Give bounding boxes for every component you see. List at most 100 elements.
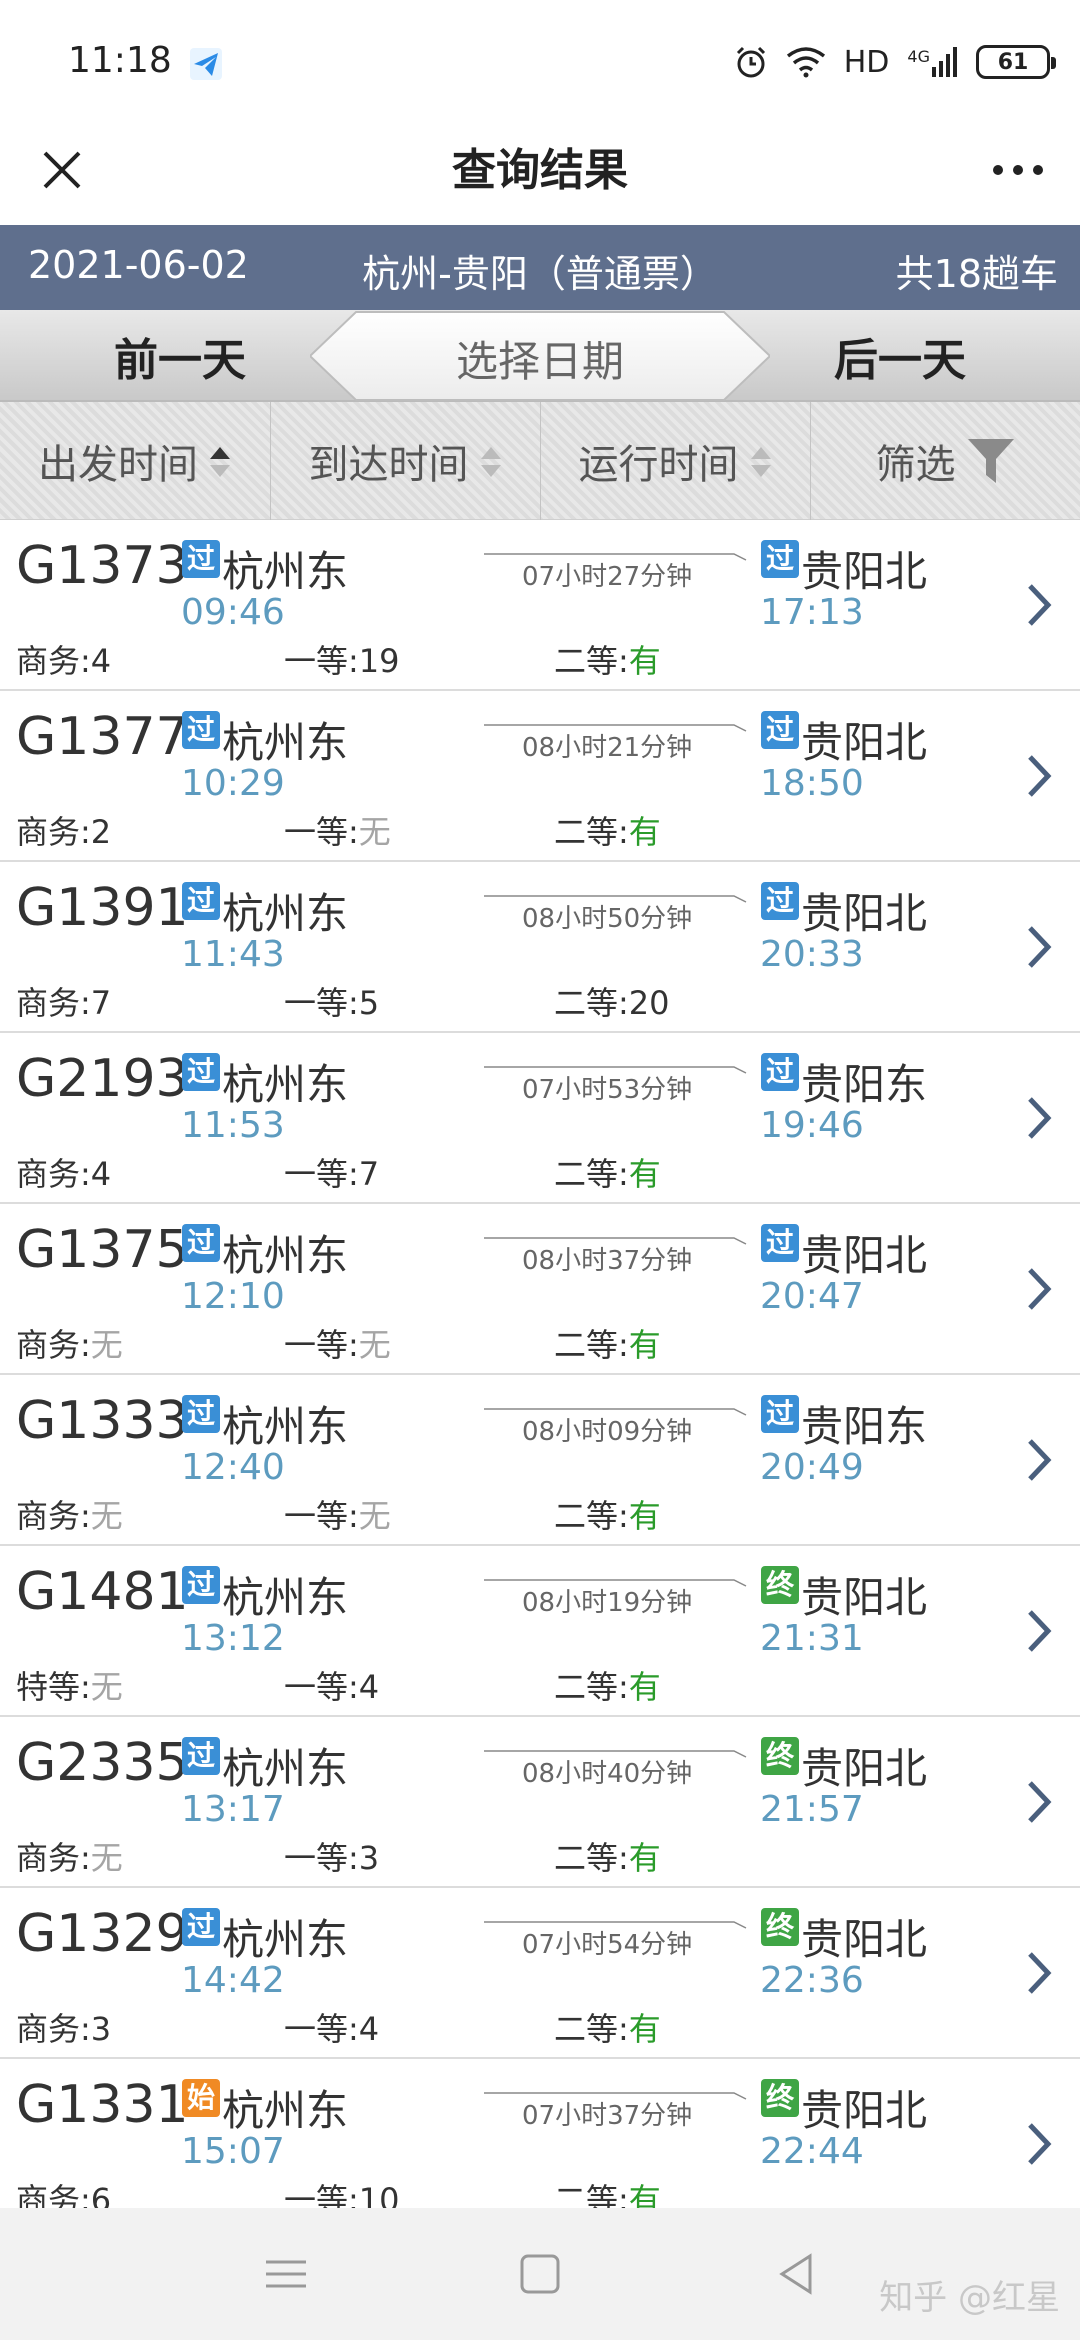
departure-type-badge: 过: [182, 1224, 220, 1262]
arrival-station: 贵阳东: [801, 1060, 928, 1109]
travel-duration: 08小时21分钟: [522, 733, 693, 763]
seat-availability: 4: [90, 642, 112, 680]
chevron-right-icon: [1028, 926, 1052, 968]
chevron-right-icon: [1028, 1781, 1052, 1823]
train-list: G1373 过杭州东 09:46 07小时27分钟过贵阳北 17:13 商务:4 一等:19…: [0, 520, 1080, 2230]
chevron-right-icon: [1028, 1268, 1052, 1310]
sort-icon: [480, 447, 501, 477]
chevron-right-icon: [1028, 1439, 1052, 1481]
arrival-type-badge: 过: [761, 1053, 799, 1091]
seat-availability: 无: [358, 1326, 391, 1364]
seat-first-class: 一等:无: [284, 1491, 391, 1537]
departure-time: 10:29: [181, 763, 285, 804]
train-row[interactable]: G2193 过杭州东 11:53 07小时53分钟过贵阳东 19:46 商务:4 一等:7 二…: [0, 1033, 1080, 1204]
departure-type-badge: 始: [182, 2079, 220, 2117]
arrival-station: 贵阳北: [801, 1915, 928, 1964]
seat-availability: 19: [358, 642, 400, 680]
seat-availability: 有: [628, 1668, 661, 1706]
seat-class-label: 一等:: [284, 1668, 359, 1706]
status-bar: 11:18 HD 4G 61: [0, 0, 1080, 135]
departure-station: 杭州东: [222, 1402, 349, 1451]
seat-first-class: 一等:4: [284, 2004, 379, 2050]
arrival-station: 贵阳北: [801, 1231, 928, 1280]
departure-time: 09:46: [181, 592, 285, 633]
seat-class-label: 商务:: [16, 1326, 91, 1364]
seat-first-class: 一等:无: [284, 1320, 391, 1366]
train-row[interactable]: G1333 过杭州东 12:40 08小时09分钟过贵阳东 20:49 商务:无 一等:无二…: [0, 1375, 1080, 1546]
menu-icon[interactable]: [256, 2244, 316, 2304]
train-number: G1481: [16, 1562, 189, 1622]
home-icon[interactable]: [510, 2244, 570, 2304]
train-number: G1375: [16, 1220, 189, 1280]
seat-class-label: 一等:: [284, 642, 359, 680]
sort-bar: 出发时间 到达时间 运行时间 筛选: [0, 402, 1080, 520]
seat-availability: 有: [628, 2010, 661, 2048]
chevron-right-icon: [1028, 2123, 1052, 2165]
train-row[interactable]: G1481 过杭州东 13:12 08小时19分钟 终贵阳北 21:31 特等:无 一等:4 二…: [0, 1546, 1080, 1717]
arrival-time: 20:47: [760, 1276, 864, 1317]
seat-second-class: 二等:有: [554, 807, 661, 853]
sort-icon: [750, 447, 771, 477]
seat-first-class: 一等:3: [284, 1833, 379, 1879]
seat-first-class: 一等:无: [284, 807, 391, 853]
more-icon[interactable]: [986, 138, 1050, 202]
arrival-station: 贵阳北: [801, 2086, 928, 2135]
travel-duration: 08小时19分钟: [522, 1588, 693, 1618]
seat-business: 商务:7: [16, 978, 111, 1024]
seat-first-class: 一等:5: [284, 978, 379, 1024]
filter-button[interactable]: 筛选: [810, 402, 1080, 520]
next-day-button[interactable]: 后一天: [720, 310, 1080, 402]
arrival-time: 21:57: [760, 1789, 864, 1830]
watermark: 知乎 @红星: [879, 2278, 1060, 2318]
arrival-time: 21:31: [760, 1618, 864, 1659]
arrival-type-badge: 过: [761, 711, 799, 749]
seat-business: 商务:3: [16, 2004, 111, 2050]
seat-availability: 无: [358, 1497, 391, 1535]
seat-availability: 无: [90, 1326, 123, 1364]
battery-level: 61: [997, 49, 1029, 75]
train-number: G1329: [16, 1904, 189, 1964]
seat-availability: 20: [628, 984, 670, 1022]
train-number: G1377: [16, 707, 189, 767]
sort-arrive-time[interactable]: 到达时间: [270, 402, 540, 520]
train-row[interactable]: G2335 过杭州东 13:17 08小时40分钟 终贵阳北 21:57 商务:无 一等:3 二…: [0, 1717, 1080, 1888]
travel-duration: 08小时09分钟: [522, 1417, 693, 1447]
travel-duration: 08小时50分钟: [522, 904, 693, 934]
arrival-time: 17:13: [760, 592, 864, 633]
prev-day-button[interactable]: 前一天: [0, 310, 360, 402]
seat-class-label: 一等:: [284, 1326, 359, 1364]
train-row[interactable]: G1391 过杭州东 11:43 08小时50分钟过贵阳北 20:33 商务:7 一等:5 二…: [0, 862, 1080, 1033]
train-row[interactable]: G1377 过杭州东 10:29 08小时21分钟过贵阳北 18:50 商务:2 一等:无二…: [0, 691, 1080, 862]
seat-business: 商务:无: [16, 1491, 123, 1537]
train-number: G1391: [16, 878, 189, 938]
departure-station: 杭州东: [222, 1915, 349, 1964]
arrival-time: 20:49: [760, 1447, 864, 1488]
arrival-type-badge: 终: [761, 1908, 799, 1946]
train-number: G1373: [16, 536, 189, 596]
train-row[interactable]: G1329 过杭州东 14:42 07小时54分钟 终贵阳北 22:36 商务:3 一等:4 二…: [0, 1888, 1080, 2059]
pick-date-button[interactable]: 选择日期: [310, 310, 770, 402]
train-count: 共18趟车: [895, 252, 1058, 296]
train-row[interactable]: G1375 过杭州东 12:10 08小时37分钟过贵阳北 20:47 商务:无 一等:无二…: [0, 1204, 1080, 1375]
seat-availability: 无: [358, 813, 391, 851]
train-row[interactable]: G1331 始杭州东 15:07 07小时37分钟终贵阳北 22:44 商务:6 一等:10…: [0, 2059, 1080, 2230]
departure-station: 杭州东: [222, 1060, 349, 1109]
filter-icon: [967, 439, 1014, 483]
seat-class-label: 二等:: [554, 642, 629, 680]
signal-label: 4G: [907, 47, 930, 66]
train-row[interactable]: G1373 过杭州东 09:46 07小时27分钟过贵阳北 17:13 商务:4 一等:19…: [0, 520, 1080, 691]
seat-class-label: 一等:: [284, 1155, 359, 1193]
seat-availability: 5: [358, 984, 380, 1022]
sort-active-icon: [210, 447, 230, 477]
seat-availability: 7: [90, 984, 112, 1022]
seat-class-label: 二等:: [554, 984, 629, 1022]
sort-depart-time[interactable]: 出发时间: [0, 402, 270, 520]
departure-type-badge: 过: [182, 540, 220, 578]
train-number: G2193: [16, 1049, 189, 1109]
arrival-time: 18:50: [760, 763, 864, 804]
status-indicators: HD 4G 61: [734, 40, 1056, 84]
arrival-type-badge: 终: [761, 1737, 799, 1775]
back-icon[interactable]: [766, 2244, 826, 2304]
sort-duration[interactable]: 运行时间: [540, 402, 810, 520]
departure-station: 杭州东: [222, 2086, 349, 2135]
